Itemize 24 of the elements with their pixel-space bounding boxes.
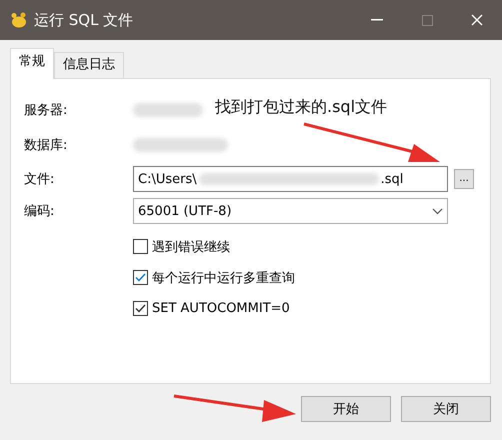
redacted-value bbox=[133, 103, 203, 117]
close-button[interactable]: 关闭 bbox=[401, 396, 491, 422]
browse-button[interactable]: ... bbox=[454, 169, 474, 189]
checkbox[interactable] bbox=[133, 270, 148, 285]
field-label: 服务器: bbox=[24, 102, 68, 119]
checkbox-label: SET AUTOCOMMIT=0 bbox=[152, 301, 290, 316]
file-field[interactable]: C:\Users\ .sql bbox=[133, 166, 448, 192]
chevron-down-icon bbox=[432, 208, 443, 214]
field-label: 文件: bbox=[24, 171, 56, 188]
minimize-icon[interactable] bbox=[371, 19, 383, 21]
field-label: 编码: bbox=[24, 203, 56, 220]
checkbox[interactable] bbox=[133, 239, 148, 254]
checkbox-label: 遇到错误继续 bbox=[152, 238, 230, 256]
checkbox[interactable] bbox=[133, 301, 148, 316]
encoding-select[interactable]: 65001 (UTF-8) bbox=[133, 198, 448, 224]
start-button[interactable]: 开始 bbox=[301, 396, 391, 422]
checkbox-label: 每个运行中运行多重查询 bbox=[152, 270, 295, 286]
app-logo-icon bbox=[10, 12, 28, 28]
annotation-text: 找到打包过来的.sql文件 bbox=[215, 97, 388, 118]
window-title: 运行 SQL 文件 bbox=[34, 10, 134, 30]
field-label: 数据库: bbox=[24, 137, 68, 154]
close-icon[interactable] bbox=[471, 14, 483, 26]
tab[interactable]: 常规 bbox=[10, 48, 54, 79]
tab[interactable]: 信息日志 bbox=[54, 52, 124, 78]
